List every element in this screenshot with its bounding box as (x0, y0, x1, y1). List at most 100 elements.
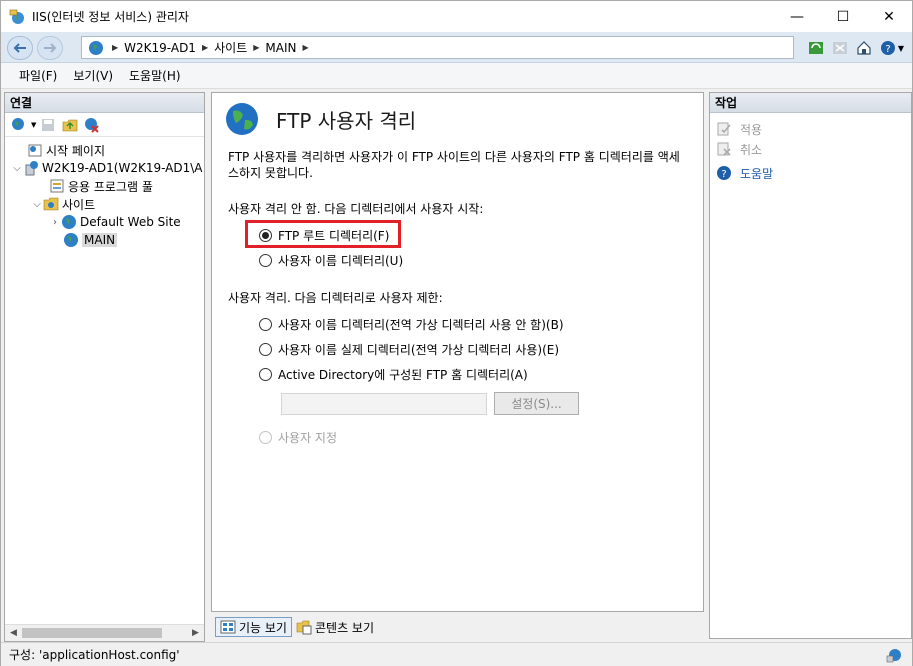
menu-help[interactable]: 도움말(H) (121, 67, 189, 84)
breadcrumb-separator-icon: ▶ (302, 43, 309, 52)
scroll-thumb[interactable] (22, 628, 162, 638)
chevron-down-icon: ▼ (897, 43, 905, 53)
help-icon: ? (880, 41, 895, 55)
breadcrumb-separator-icon: ▶ (253, 43, 260, 52)
radio-ftp-root-directory[interactable]: FTP 루트 디렉터리(F) (259, 227, 389, 244)
home-icon (857, 41, 871, 55)
arrow-right-icon (44, 43, 57, 53)
app-pool-icon (50, 179, 64, 193)
ad-settings-button: 설정(S)... (494, 392, 579, 415)
connections-header: 연결 (5, 93, 204, 113)
start-page-icon (28, 144, 42, 157)
radio-active-directory-home[interactable]: Active Directory에 구성된 FTP 홈 디렉터리(A) (259, 366, 528, 383)
tree-node-sites[interactable]: ⌵ 사이트 (5, 195, 204, 213)
no-isolation-label: 사용자 격리 안 함. 다음 디렉터리에서 사용자 시작: (228, 202, 484, 216)
tree-node-start-page[interactable]: 시작 페이지 (5, 141, 204, 159)
radio-user-physical-dir[interactable]: 사용자 이름 실제 디렉터리(전역 가상 디렉터리 사용)(E) (259, 341, 559, 358)
feature-panel: FTP 사용자 격리 FTP 사용자를 격리하면 사용자가 이 FTP 사이트의… (211, 92, 704, 612)
action-apply: 적용 (710, 119, 911, 139)
disconnect-button[interactable] (82, 115, 102, 135)
refresh-icon (809, 42, 823, 54)
tree-node-default-web-site[interactable]: › Default Web Site (5, 213, 204, 231)
content-view-icon (296, 620, 312, 635)
ftp-isolation-globe-icon (226, 103, 258, 135)
connect-globe-icon (12, 117, 24, 130)
apply-icon (717, 122, 731, 136)
save-connections-button[interactable] (38, 115, 58, 135)
save-icon (42, 118, 55, 131)
close-button[interactable]: ✕ (866, 1, 912, 32)
folder-up-icon (63, 119, 78, 131)
address-field[interactable]: ▶ W2K19-AD1 ▶ 사이트 ▶ MAIN ▶ (81, 36, 794, 59)
globe-icon (89, 40, 103, 55)
menu-view[interactable]: 보기(V) (65, 67, 121, 84)
breadcrumb-separator-icon: ▶ (112, 43, 119, 52)
actions-panel: 작업 적용 취소 ? 도움말 (709, 92, 912, 639)
ftp-site-icon (64, 233, 78, 247)
disconnect-icon (85, 117, 100, 133)
chevron-down-icon[interactable]: ▼ (31, 121, 36, 129)
svg-text:?: ? (885, 44, 890, 55)
help-icon: ? (717, 166, 731, 180)
cancel-icon (717, 142, 731, 156)
radio-user-name-directory[interactable]: 사용자 이름 디렉터리(U) (259, 252, 403, 269)
breadcrumb-sites[interactable]: 사이트 (214, 39, 247, 56)
radio-selected-icon[interactable] (259, 229, 272, 242)
tree-node-server[interactable]: ⌵ W2K19-AD1(W2K19-AD1\A (5, 159, 204, 177)
breadcrumb-server[interactable]: W2K19-AD1 (124, 41, 196, 55)
menu-bar: 파일(F) 보기(V) 도움말(H) (1, 63, 912, 89)
tree-node-app-pools[interactable]: 응용 프로그램 풀 (5, 177, 204, 195)
connect-button[interactable] (9, 115, 29, 135)
minimize-button[interactable]: — (774, 1, 820, 32)
back-button[interactable] (7, 36, 33, 60)
status-text: 구성: 'applicationHost.config' (9, 648, 180, 662)
view-tabs: 기능 보기 콘텐츠 보기 (215, 616, 378, 638)
ad-settings-field (281, 393, 487, 415)
actions-header: 작업 (710, 93, 911, 113)
breadcrumb-main[interactable]: MAIN (265, 41, 296, 55)
breadcrumb-separator-icon: ▶ (201, 43, 209, 52)
sites-folder-icon (43, 197, 59, 211)
scroll-left-icon[interactable]: ◀ (5, 625, 22, 642)
horizontal-scrollbar[interactable]: ◀ ▶ (5, 624, 204, 641)
radio-icon[interactable] (259, 318, 272, 331)
scroll-right-icon[interactable]: ▶ (187, 625, 204, 642)
page-title: FTP 사용자 격리 (276, 108, 417, 133)
website-icon (62, 215, 76, 229)
stop-icon (833, 42, 847, 54)
title-bar: IIS(인터넷 정보 서비스) 관리자 — ☐ ✕ (1, 1, 912, 32)
iis-manager-window: IIS(인터넷 정보 서비스) 관리자 — ☐ ✕ ▶ W2K19-AD1 ▶ … (0, 0, 913, 666)
action-help[interactable]: ? 도움말 (710, 163, 911, 183)
collapse-icon[interactable]: ⌵ (11, 163, 23, 174)
radio-disabled-icon (259, 431, 272, 444)
home-button[interactable] (854, 38, 874, 58)
arrow-left-icon (13, 43, 26, 53)
radio-icon[interactable] (259, 254, 272, 267)
expand-icon[interactable]: › (49, 217, 61, 228)
address-bar: ▶ W2K19-AD1 ▶ 사이트 ▶ MAIN ▶ ? ▼ (1, 32, 912, 63)
refresh-button[interactable] (806, 38, 826, 58)
connections-tree: 시작 페이지 ⌵ W2K19-AD1(W2K19-AD1\A 응용 프로그램 풀… (5, 137, 204, 249)
iis-app-icon (9, 9, 24, 24)
status-bar: 구성: 'applicationHost.config' (1, 642, 912, 666)
radio-user-name-dir-no-global[interactable]: 사용자 이름 디렉터리(전역 가상 디렉터리 사용 안 함)(B) (259, 316, 564, 333)
tree-node-main[interactable]: MAIN (5, 231, 204, 249)
up-level-button[interactable] (60, 115, 80, 135)
isolation-label: 사용자 격리. 다음 디렉터리로 사용자 제한: (228, 291, 443, 305)
network-status-icon (886, 649, 901, 663)
features-view-icon (220, 620, 236, 634)
menu-file[interactable]: 파일(F) (11, 67, 65, 84)
stop-button[interactable] (830, 38, 850, 58)
window-title: IIS(인터넷 정보 서비스) 관리자 (32, 10, 189, 24)
tab-features-view[interactable]: 기능 보기 (215, 617, 292, 637)
tab-content-view[interactable]: 콘텐츠 보기 (292, 617, 378, 637)
radio-icon[interactable] (259, 368, 272, 381)
forward-button[interactable] (37, 36, 63, 60)
help-menu-button[interactable]: ? ▼ (878, 38, 906, 58)
svg-text:?: ? (721, 169, 726, 180)
collapse-icon[interactable]: ⌵ (31, 199, 43, 210)
radio-icon[interactable] (259, 343, 272, 356)
connections-toolbar: ▼ (5, 113, 204, 137)
radio-custom: 사용자 지정 (259, 429, 337, 446)
maximize-button[interactable]: ☐ (820, 1, 866, 32)
